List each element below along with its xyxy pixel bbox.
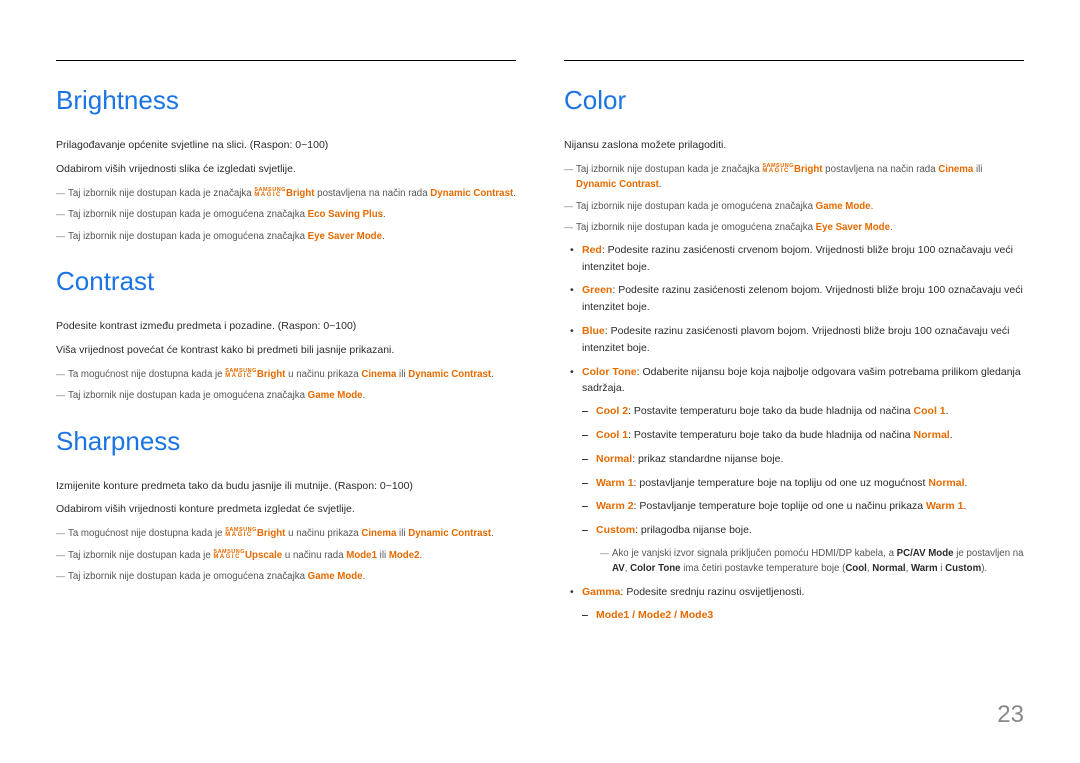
text: Odabirom viših vrijednosti konture predm… bbox=[56, 502, 516, 518]
samsung-magic-icon: SAMSUNGMAGIC bbox=[225, 529, 257, 538]
note: Taj izbornik nije dostupan kada je omogu… bbox=[56, 388, 516, 404]
note: Taj izbornik nije dostupan kada je SAMSU… bbox=[56, 548, 516, 564]
list-item: Cool 1: Postavite temperaturu boje tako … bbox=[582, 427, 1024, 444]
heading-contrast: Contrast bbox=[56, 266, 516, 297]
list-item: Normal: prikaz standardne nijanse boje. bbox=[582, 451, 1024, 468]
list-item: Red: Podesite razinu zasićenosti crvenom… bbox=[564, 242, 1024, 276]
section-brightness: Brightness Prilagođavanje općenite svjet… bbox=[56, 85, 516, 244]
note: Taj izbornik nije dostupan kada je znača… bbox=[56, 186, 516, 202]
note: Ta mogućnost nije dostupna kada je SAMSU… bbox=[56, 526, 516, 542]
note: Ako je vanjski izvor signala priključen … bbox=[582, 546, 1024, 577]
samsung-magic-icon: SAMSUNGMAGIC bbox=[762, 165, 794, 174]
note: Taj izbornik nije dostupan kada je omogu… bbox=[564, 220, 1024, 236]
list-item: Warm 1: postavljanje temperature boje na… bbox=[582, 475, 1024, 492]
heading-brightness: Brightness bbox=[56, 85, 516, 116]
samsung-magic-icon: SAMSUNGMAGIC bbox=[254, 189, 286, 198]
list-item: Mode1 / Mode2 / Mode3 bbox=[582, 607, 1024, 624]
list-color-tone: Cool 2: Postavite temperaturu boje tako … bbox=[582, 403, 1024, 539]
list-item: Blue: Podesite razinu zasićenosti plavom… bbox=[564, 323, 1024, 357]
note: Taj izbornik nije dostupan kada je omogu… bbox=[56, 229, 516, 245]
list-item: Cool 2: Postavite temperaturu boje tako … bbox=[582, 403, 1024, 420]
note: Taj izbornik nije dostupan kada je znača… bbox=[564, 162, 1024, 193]
left-column: Brightness Prilagođavanje općenite svjet… bbox=[56, 60, 516, 646]
text: Podesite kontrast između predmeta i poza… bbox=[56, 319, 516, 335]
text: Izmijenite konture predmeta tako da budu… bbox=[56, 479, 516, 495]
list-item: Green: Podesite razinu zasićenosti zelen… bbox=[564, 282, 1024, 316]
list-item: Custom: prilagodba nijanse boje. bbox=[582, 522, 1024, 539]
note: Taj izbornik nije dostupan kada je omogu… bbox=[56, 569, 516, 585]
list-gamma-modes: Mode1 / Mode2 / Mode3 bbox=[582, 607, 1024, 624]
list-item: Color Tone: Odaberite nijansu boje koja … bbox=[564, 364, 1024, 577]
page-columns: Brightness Prilagođavanje općenite svjet… bbox=[56, 60, 1024, 646]
list-item: Gamma: Podesite srednju razinu osvijetlj… bbox=[564, 584, 1024, 624]
list-color-options: Red: Podesite razinu zasićenosti crvenom… bbox=[564, 242, 1024, 624]
samsung-magic-icon: SAMSUNGMAGIC bbox=[213, 551, 245, 560]
text: Nijansu zaslona možete prilagoditi. bbox=[564, 138, 1024, 154]
section-color: Color Nijansu zaslona možete prilagoditi… bbox=[564, 85, 1024, 624]
heading-color: Color bbox=[564, 85, 1024, 116]
right-column: Color Nijansu zaslona možete prilagoditi… bbox=[564, 60, 1024, 646]
list-item: Warm 2: Postavljanje temperature boje to… bbox=[582, 498, 1024, 515]
divider bbox=[564, 60, 1024, 61]
samsung-magic-icon: SAMSUNGMAGIC bbox=[225, 370, 257, 379]
note: Ta mogućnost nije dostupna kada je SAMSU… bbox=[56, 367, 516, 383]
text: Prilagođavanje općenite svjetline na sli… bbox=[56, 138, 516, 154]
divider bbox=[56, 60, 516, 61]
page-number: 23 bbox=[997, 701, 1024, 729]
text: Odabirom viših vrijednosti slika će izgl… bbox=[56, 162, 516, 178]
note: Taj izbornik nije dostupan kada je omogu… bbox=[56, 207, 516, 223]
section-contrast: Contrast Podesite kontrast između predme… bbox=[56, 266, 516, 404]
note: Taj izbornik nije dostupan kada je omogu… bbox=[564, 199, 1024, 215]
section-sharpness: Sharpness Izmijenite konture predmeta ta… bbox=[56, 426, 516, 585]
heading-sharpness: Sharpness bbox=[56, 426, 516, 457]
text: Viša vrijednost povećat će kontrast kako… bbox=[56, 343, 516, 359]
